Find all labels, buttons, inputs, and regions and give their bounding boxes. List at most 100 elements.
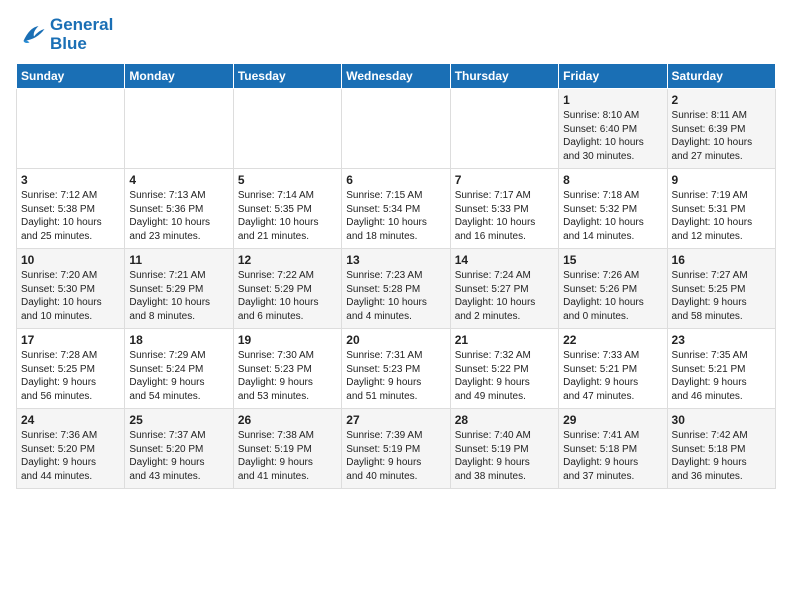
- day-detail: Sunrise: 7:42 AM Sunset: 5:18 PM Dayligh…: [672, 429, 771, 483]
- day-number: 17: [21, 333, 120, 347]
- calendar-cell: 16 Sunrise: 7:27 AM Sunset: 5:25 PM Dayli…: [667, 249, 775, 329]
- day-detail: Sunrise: 7:26 AM Sunset: 5:26 PM Dayligh…: [563, 269, 662, 323]
- day-detail: Sunrise: 7:23 AM Sunset: 5:28 PM Dayligh…: [346, 269, 445, 323]
- calendar-cell: 22 Sunrise: 7:33 AM Sunset: 5:21 PM Dayli…: [559, 329, 667, 409]
- day-detail: Sunrise: 8:10 AM Sunset: 6:40 PM Dayligh…: [563, 109, 662, 163]
- weekday-header-friday: Friday: [559, 64, 667, 89]
- day-number: 15: [563, 253, 662, 267]
- weekday-header-row: SundayMondayTuesdayWednesdayThursdayFrid…: [17, 64, 776, 89]
- calendar-cell: 23 Sunrise: 7:35 AM Sunset: 5:21 PM Dayli…: [667, 329, 775, 409]
- day-number: 12: [238, 253, 337, 267]
- weekday-header-sunday: Sunday: [17, 64, 125, 89]
- calendar-cell: 15 Sunrise: 7:26 AM Sunset: 5:26 PM Dayli…: [559, 249, 667, 329]
- day-number: 27: [346, 413, 445, 427]
- calendar-week-row: 24 Sunrise: 7:36 AM Sunset: 5:20 PM Dayli…: [17, 409, 776, 489]
- calendar-cell: 3 Sunrise: 7:12 AM Sunset: 5:38 PM Daylig…: [17, 169, 125, 249]
- calendar-table: SundayMondayTuesdayWednesdayThursdayFrid…: [16, 63, 776, 489]
- day-detail: Sunrise: 7:40 AM Sunset: 5:19 PM Dayligh…: [455, 429, 554, 483]
- day-detail: Sunrise: 7:35 AM Sunset: 5:21 PM Dayligh…: [672, 349, 771, 403]
- day-number: 11: [129, 253, 228, 267]
- day-number: 23: [672, 333, 771, 347]
- calendar-cell: 9 Sunrise: 7:19 AM Sunset: 5:31 PM Daylig…: [667, 169, 775, 249]
- calendar-cell: 5Sunrise: 7:14 AM Sunset: 5:35 PM Daylig…: [233, 169, 341, 249]
- day-detail: Sunrise: 7:24 AM Sunset: 5:27 PM Dayligh…: [455, 269, 554, 323]
- calendar-body: 1 Sunrise: 8:10 AM Sunset: 6:40 PM Daylig…: [17, 89, 776, 489]
- calendar-cell: 30Sunrise: 7:42 AM Sunset: 5:18 PM Dayli…: [667, 409, 775, 489]
- day-detail: Sunrise: 7:21 AM Sunset: 5:29 PM Dayligh…: [129, 269, 228, 323]
- day-number: 26: [238, 413, 337, 427]
- day-detail: Sunrise: 7:41 AM Sunset: 5:18 PM Dayligh…: [563, 429, 662, 483]
- day-detail: Sunrise: 7:29 AM Sunset: 5:24 PM Dayligh…: [129, 349, 228, 403]
- calendar-cell: [342, 89, 450, 169]
- calendar-cell: 2 Sunrise: 8:11 AM Sunset: 6:39 PM Daylig…: [667, 89, 775, 169]
- calendar-cell: 13Sunrise: 7:23 AM Sunset: 5:28 PM Dayli…: [342, 249, 450, 329]
- day-detail: Sunrise: 7:30 AM Sunset: 5:23 PM Dayligh…: [238, 349, 337, 403]
- calendar-week-row: 3 Sunrise: 7:12 AM Sunset: 5:38 PM Daylig…: [17, 169, 776, 249]
- day-number: 5: [238, 173, 337, 187]
- day-number: 4: [129, 173, 228, 187]
- calendar-cell: 12 Sunrise: 7:22 AM Sunset: 5:29 PM Dayli…: [233, 249, 341, 329]
- weekday-header-tuesday: Tuesday: [233, 64, 341, 89]
- calendar-cell: 25 Sunrise: 7:37 AM Sunset: 5:20 PM Dayli…: [125, 409, 233, 489]
- day-detail: Sunrise: 8:11 AM Sunset: 6:39 PM Dayligh…: [672, 109, 771, 163]
- day-detail: Sunrise: 7:19 AM Sunset: 5:31 PM Dayligh…: [672, 189, 771, 243]
- day-number: 19: [238, 333, 337, 347]
- day-number: 9: [672, 173, 771, 187]
- calendar-week-row: 10 Sunrise: 7:20 AM Sunset: 5:30 PM Dayli…: [17, 249, 776, 329]
- day-number: 28: [455, 413, 554, 427]
- day-detail: Sunrise: 7:32 AM Sunset: 5:22 PM Dayligh…: [455, 349, 554, 403]
- calendar-cell: 8 Sunrise: 7:18 AM Sunset: 5:32 PM Daylig…: [559, 169, 667, 249]
- day-number: 25: [129, 413, 228, 427]
- calendar-cell: 4 Sunrise: 7:13 AM Sunset: 5:36 PM Daylig…: [125, 169, 233, 249]
- calendar-cell: 19 Sunrise: 7:30 AM Sunset: 5:23 PM Dayli…: [233, 329, 341, 409]
- day-detail: Sunrise: 7:31 AM Sunset: 5:23 PM Dayligh…: [346, 349, 445, 403]
- day-detail: Sunrise: 7:33 AM Sunset: 5:21 PM Dayligh…: [563, 349, 662, 403]
- calendar-cell: 10 Sunrise: 7:20 AM Sunset: 5:30 PM Dayli…: [17, 249, 125, 329]
- day-detail: Sunrise: 7:12 AM Sunset: 5:38 PM Dayligh…: [21, 189, 120, 243]
- day-detail: Sunrise: 7:27 AM Sunset: 5:25 PM Dayligh…: [672, 269, 771, 323]
- weekday-header-monday: Monday: [125, 64, 233, 89]
- day-number: 29: [563, 413, 662, 427]
- calendar-cell: [450, 89, 558, 169]
- calendar-week-row: 17Sunrise: 7:28 AM Sunset: 5:25 PM Dayli…: [17, 329, 776, 409]
- day-number: 24: [21, 413, 120, 427]
- day-number: 8: [563, 173, 662, 187]
- logo-bird-icon: [16, 20, 46, 50]
- day-number: 3: [21, 173, 120, 187]
- calendar-cell: 26Sunrise: 7:38 AM Sunset: 5:19 PM Dayli…: [233, 409, 341, 489]
- logo-text: General Blue: [50, 16, 113, 53]
- day-detail: Sunrise: 7:15 AM Sunset: 5:34 PM Dayligh…: [346, 189, 445, 243]
- logo: General Blue: [16, 16, 113, 53]
- day-detail: Sunrise: 7:22 AM Sunset: 5:29 PM Dayligh…: [238, 269, 337, 323]
- day-number: 16: [672, 253, 771, 267]
- day-number: 20: [346, 333, 445, 347]
- day-detail: Sunrise: 7:36 AM Sunset: 5:20 PM Dayligh…: [21, 429, 120, 483]
- day-detail: Sunrise: 7:37 AM Sunset: 5:20 PM Dayligh…: [129, 429, 228, 483]
- day-number: 10: [21, 253, 120, 267]
- calendar-cell: 24 Sunrise: 7:36 AM Sunset: 5:20 PM Dayli…: [17, 409, 125, 489]
- calendar-cell: 14Sunrise: 7:24 AM Sunset: 5:27 PM Dayli…: [450, 249, 558, 329]
- day-detail: Sunrise: 7:17 AM Sunset: 5:33 PM Dayligh…: [455, 189, 554, 243]
- day-number: 18: [129, 333, 228, 347]
- calendar-cell: 18 Sunrise: 7:29 AM Sunset: 5:24 PM Dayli…: [125, 329, 233, 409]
- day-detail: Sunrise: 7:39 AM Sunset: 5:19 PM Dayligh…: [346, 429, 445, 483]
- calendar-cell: 17Sunrise: 7:28 AM Sunset: 5:25 PM Dayli…: [17, 329, 125, 409]
- day-detail: Sunrise: 7:18 AM Sunset: 5:32 PM Dayligh…: [563, 189, 662, 243]
- day-number: 6: [346, 173, 445, 187]
- day-number: 22: [563, 333, 662, 347]
- calendar-cell: 21 Sunrise: 7:32 AM Sunset: 5:22 PM Dayli…: [450, 329, 558, 409]
- day-number: 2: [672, 93, 771, 107]
- calendar-cell: 7Sunrise: 7:17 AM Sunset: 5:33 PM Daylig…: [450, 169, 558, 249]
- calendar-header: SundayMondayTuesdayWednesdayThursdayFrid…: [17, 64, 776, 89]
- page-header: General Blue: [16, 16, 776, 53]
- calendar-cell: 20 Sunrise: 7:31 AM Sunset: 5:23 PM Dayli…: [342, 329, 450, 409]
- calendar-cell: 27 Sunrise: 7:39 AM Sunset: 5:19 PM Dayli…: [342, 409, 450, 489]
- calendar-cell: [17, 89, 125, 169]
- calendar-cell: [233, 89, 341, 169]
- calendar-cell: 6 Sunrise: 7:15 AM Sunset: 5:34 PM Daylig…: [342, 169, 450, 249]
- day-detail: Sunrise: 7:13 AM Sunset: 5:36 PM Dayligh…: [129, 189, 228, 243]
- calendar-cell: 11 Sunrise: 7:21 AM Sunset: 5:29 PM Dayli…: [125, 249, 233, 329]
- day-number: 1: [563, 93, 662, 107]
- day-number: 21: [455, 333, 554, 347]
- day-detail: Sunrise: 7:20 AM Sunset: 5:30 PM Dayligh…: [21, 269, 120, 323]
